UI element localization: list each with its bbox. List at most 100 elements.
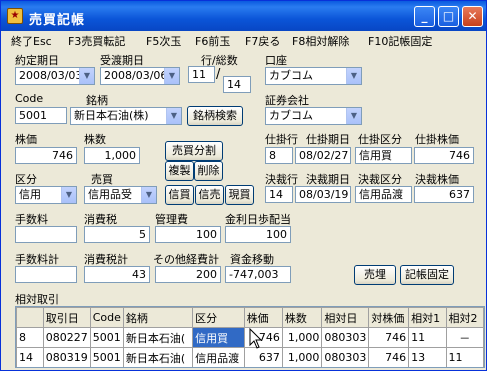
menu-item-next[interactable]: F5次玉 [146,33,181,49]
code-field[interactable]: 5001 [15,107,67,124]
kabuka-field[interactable]: 746 [15,147,77,164]
column-header[interactable]: 相対日 [321,307,370,328]
sonotakei-field[interactable]: 200 [155,266,221,283]
chevron-down-icon[interactable]: ▼ [346,68,361,84]
kessai-price-field[interactable]: 637 [414,186,474,203]
split-button[interactable]: 売買分割 [165,141,223,161]
baiten-button[interactable]: 売埋 [354,265,396,285]
chevron-down-icon[interactable]: ▼ [79,68,94,84]
table-cell[interactable]: 13 [408,347,447,367]
shikake-price-label: 仕掛株価 [415,133,459,146]
shikin-label: 資金移動 [230,253,274,266]
baibai-value: 信用品受 [88,188,132,201]
shoken-value: カブコム [269,109,313,122]
kessai-kubun-field[interactable]: 信用品渡 [355,186,412,203]
code-label: Code [15,92,44,105]
column-header[interactable]: 株価 [243,307,283,328]
title-bar[interactable]: ★ 売買記帳 _ □ ✕ [1,1,486,31]
kichokotei-button[interactable]: 記帳固定 [400,265,454,285]
main-window: ★ 売買記帳 _ □ ✕ 終了Esc F3売買転記 F5次玉 F6前玉 F7戻る… [0,0,487,371]
table-cell[interactable]: 637 [243,347,283,367]
column-header[interactable] [16,307,44,328]
meigara-select[interactable]: 新日本石油(株) ▼ [70,107,182,125]
menu-item-exit[interactable]: 終了Esc [11,33,52,49]
chevron-down-icon[interactable]: ▼ [164,68,179,84]
menu-item-back[interactable]: F7戻る [245,33,280,49]
shohizeikei-field[interactable]: 43 [84,266,150,283]
table-cell[interactable]: － [445,327,484,348]
shoken-select[interactable]: カブコム ▼ [265,107,362,125]
search-stock-button[interactable]: 銘柄検索 [187,106,243,126]
table-cell[interactable]: 080227 [42,327,91,348]
shikake-kubun-field[interactable]: 信用買 [355,147,412,164]
mouse-cursor-icon [249,328,263,349]
kessai-gyo-field[interactable]: 14 [265,186,293,203]
menu-item-prev[interactable]: F6前玉 [195,33,230,49]
table-cell-selected[interactable]: 信用買 [192,327,245,348]
shikake-price-field[interactable]: 746 [414,147,474,164]
kessai-date-field[interactable]: 08/03/19 [295,186,351,203]
table-cell[interactable]: 14 [16,347,44,367]
maximize-button[interactable]: □ [438,6,459,27]
shikake-gyo-field[interactable]: 8 [265,147,293,164]
genbai-button[interactable]: 現買 [225,185,254,205]
menu-item-transfer[interactable]: F3売買転記 [68,33,125,49]
shikake-date-field[interactable]: 08/02/27 [295,147,351,164]
chevron-down-icon[interactable]: ▼ [141,187,156,203]
menu-item-unlink[interactable]: F8相対解除 [292,33,349,49]
total-count-field[interactable]: 14 [223,76,251,93]
chevron-down-icon[interactable]: ▼ [346,108,361,124]
tesuryokei-field[interactable] [15,266,77,283]
column-header[interactable]: 相対1 [408,307,447,328]
column-header[interactable]: 対株価 [368,307,410,328]
kanrihi-field[interactable]: 100 [155,226,221,243]
app-icon: ★ [7,8,23,24]
chevron-down-icon[interactable]: ▼ [61,187,76,203]
yakujo-date-field[interactable]: 2008/03/03 ▼ [15,67,95,85]
table-cell[interactable]: 080319 [42,347,91,367]
delete-button[interactable]: 削除 [194,161,223,181]
koza-select[interactable]: カブコム ▼ [265,67,362,85]
column-header[interactable]: 区分 [192,307,245,328]
table-cell[interactable]: 746 [368,327,410,348]
minimize-button[interactable]: _ [414,6,435,27]
table-cell[interactable]: 5001 [89,327,124,348]
shikake-date-label: 仕掛期日 [306,133,350,146]
column-header[interactable]: 取引日 [42,307,91,328]
column-header[interactable]: 銘柄 [122,307,194,328]
shohizei-field[interactable]: 5 [84,226,150,243]
table-cell[interactable]: 080303 [321,327,370,348]
tesuryo-field[interactable] [15,226,77,243]
baibai-select[interactable]: 信用品受 ▼ [84,186,157,204]
table-cell[interactable]: 8 [16,327,44,348]
column-header[interactable]: 株数 [281,307,323,328]
table-cell[interactable]: 信用品渡 [192,347,245,367]
table-cell[interactable]: 080303 [321,347,370,367]
copy-button[interactable]: 複製 [165,161,194,181]
kessai-gyo-label: 決裁行 [265,173,298,186]
table-cell[interactable]: 746 [368,347,410,367]
shinuri-button[interactable]: 信売 [195,185,224,205]
table-cell[interactable]: 新日本石油( [122,327,194,348]
menu-item-fix[interactable]: F10記帳固定 [368,33,432,49]
kinri-field[interactable]: 100 [225,226,291,243]
chevron-down-icon[interactable]: ▼ [166,108,181,124]
shikin-field[interactable]: -747,003 [225,266,291,283]
table-cell[interactable]: 11 [408,327,447,348]
kubun-select[interactable]: 信用 ▼ [15,186,77,204]
table-cell[interactable]: 1,000 [281,327,323,348]
table-cell[interactable]: 1,000 [281,347,323,367]
shinbai-button[interactable]: 信買 [165,185,194,205]
column-header[interactable]: 相対2 [445,307,484,328]
table-row[interactable]: 14 080319 5001 新日本石油( 信用品渡 637 1,000 080… [16,347,484,367]
kabusu-field[interactable]: 1,000 [84,147,140,164]
ukewatashi-label: 受渡期日 [100,54,144,67]
kabuka-label: 株価 [15,133,37,146]
table-cell[interactable]: 新日本石油( [122,347,194,367]
ukewatashi-date-field[interactable]: 2008/03/06 ▼ [100,67,180,85]
table-cell[interactable]: 11 [445,347,484,367]
column-header[interactable]: Code [89,307,124,328]
table-cell[interactable]: 5001 [89,347,124,367]
row-index-field[interactable]: 11 [188,66,215,83]
close-button[interactable]: ✕ [462,6,483,27]
